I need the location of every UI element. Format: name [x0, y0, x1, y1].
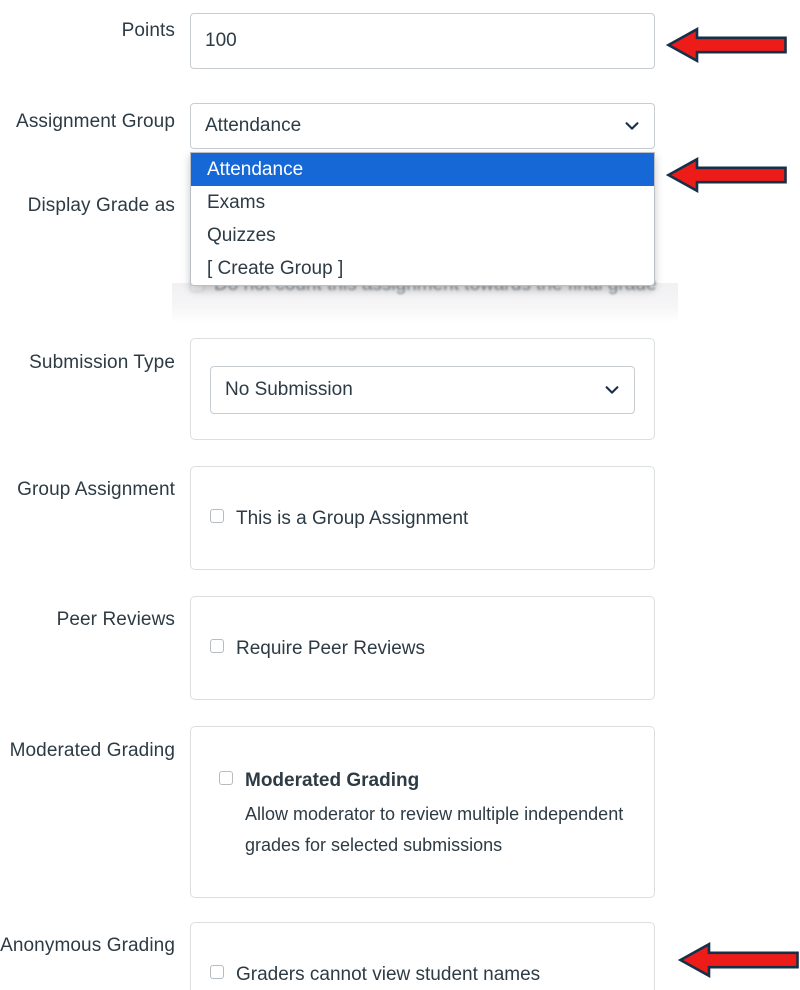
points-label: Points	[121, 20, 175, 41]
dropdown-option-create-group[interactable]: [ Create Group ]	[191, 252, 654, 285]
group-assignment-label: Group Assignment	[17, 479, 175, 500]
assignment-group-label: Assignment Group	[16, 111, 175, 132]
peer-reviews-label: Peer Reviews	[56, 609, 175, 630]
moderated-grading-help-line-2: grades for selected submissions	[245, 835, 503, 855]
group-assignment-checkbox[interactable]	[210, 509, 224, 523]
submission-type-panel: No Submission	[190, 338, 655, 440]
moderated-grading-label: Moderated Grading	[9, 740, 175, 761]
arrow-left-icon-assignment-group	[666, 156, 788, 194]
peer-reviews-checkbox-row[interactable]: Require Peer Reviews	[210, 639, 425, 659]
points-input-value: 100	[205, 30, 237, 51]
anonymous-grading-checkbox-row[interactable]: Graders cannot view student names	[210, 965, 540, 985]
submission-type-selected-value: No Submission	[225, 379, 353, 400]
assignment-group-selected-value: Attendance	[205, 115, 302, 136]
display-grade-as-label: Display Grade as	[27, 195, 175, 216]
points-input[interactable]: 100	[190, 13, 655, 69]
anonymous-grading-checkbox-label: Graders cannot view student names	[236, 964, 541, 985]
assignment-group-select[interactable]: Attendance	[190, 103, 655, 149]
moderated-grading-panel: Moderated Grading Allow moderator to rev…	[190, 726, 655, 898]
submission-type-select[interactable]: No Submission	[210, 366, 635, 414]
anonymous-grading-checkbox[interactable]	[210, 965, 224, 979]
anonymous-grading-panel: Graders cannot view student names	[190, 922, 655, 990]
dropdown-option-quizzes[interactable]: Quizzes	[191, 219, 654, 252]
chevron-down-icon	[604, 382, 620, 398]
assignment-group-dropdown-list[interactable]: Attendance Exams Quizzes [ Create Group …	[190, 152, 655, 286]
peer-reviews-checkbox[interactable]	[210, 639, 224, 653]
dropdown-option-attendance[interactable]: Attendance	[191, 153, 654, 186]
group-assignment-checkbox-label: This is a Group Assignment	[236, 508, 469, 529]
dropdown-option-exams[interactable]: Exams	[191, 186, 654, 219]
anonymous-grading-label: Anonymous Grading	[0, 935, 175, 956]
peer-reviews-panel: Require Peer Reviews	[190, 596, 655, 700]
arrow-left-icon-anonymous-grading	[678, 941, 800, 979]
arrow-left-icon-points	[666, 26, 788, 64]
assignment-settings-form: Points 100 Assignment Group Attendance D…	[0, 0, 800, 990]
moderated-grading-checkbox-row[interactable]: Moderated Grading	[219, 771, 419, 791]
chevron-down-icon	[624, 118, 640, 134]
submission-type-label: Submission Type	[29, 352, 175, 373]
group-assignment-panel: This is a Group Assignment	[190, 466, 655, 570]
moderated-grading-checkbox-label: Moderated Grading	[245, 770, 420, 791]
moderated-grading-help-line-1: Allow moderator to review multiple indep…	[245, 804, 624, 824]
peer-reviews-checkbox-label: Require Peer Reviews	[236, 638, 426, 659]
group-assignment-checkbox-row[interactable]: This is a Group Assignment	[210, 509, 468, 529]
moderated-grading-checkbox[interactable]	[219, 771, 233, 785]
